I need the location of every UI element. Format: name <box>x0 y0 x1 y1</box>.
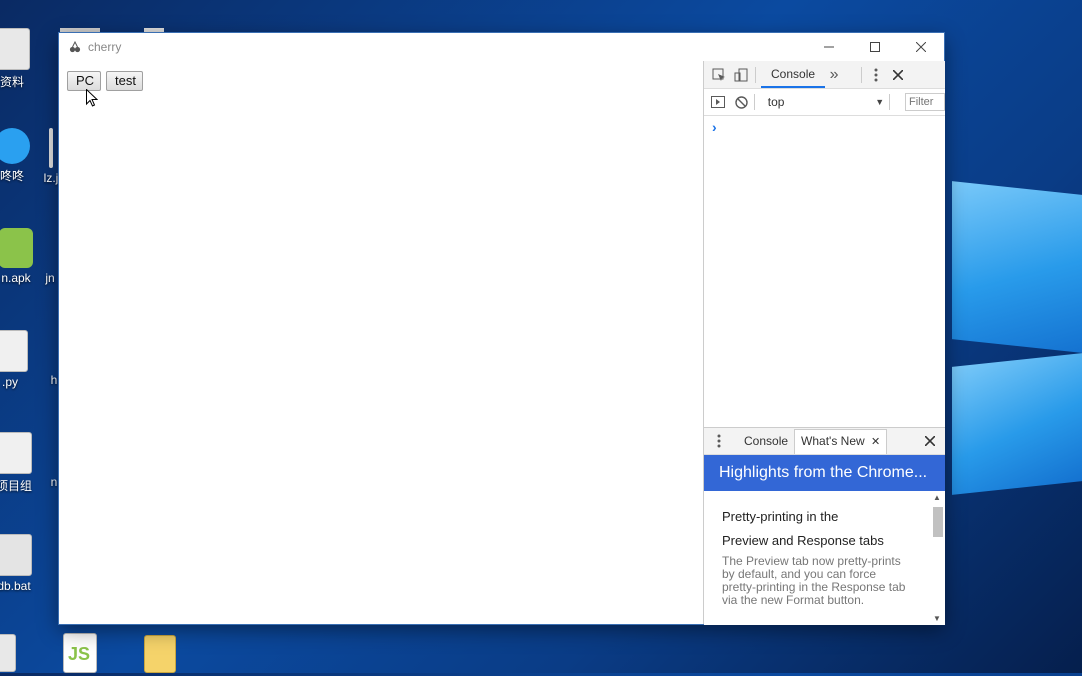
minimize-icon <box>824 39 834 55</box>
desktop-icon-label: 资料 <box>0 75 24 89</box>
devtools-toolbar: Console » <box>704 61 945 89</box>
chat-app-icon <box>0 128 30 164</box>
desktop-icon-label: jn <box>45 271 55 285</box>
feature-title: Pretty-printing in the Preview and Respo… <box>722 509 884 548</box>
console-prompt-icon: › <box>712 119 717 135</box>
close-icon <box>915 39 927 55</box>
filter-input[interactable] <box>904 93 945 111</box>
feature-description: The Preview tab now pretty-prints by def… <box>722 554 906 607</box>
maximize-icon <box>870 39 880 55</box>
inspect-element-icon[interactable] <box>710 66 728 84</box>
scrollbar-thumb[interactable] <box>933 507 943 537</box>
folder-icon <box>0 432 32 474</box>
clear-console-icon[interactable] <box>733 93 748 111</box>
context-select[interactable]: top ▼ <box>766 92 884 112</box>
sidebar-toggle-icon[interactable] <box>710 93 725 111</box>
scroll-up-icon[interactable]: ▲ <box>933 493 941 502</box>
desktop-icon-label: 咚咚 <box>0 169 24 183</box>
cherry-icon <box>69 40 81 53</box>
whats-new-banner: Highlights from the Chrome... <box>704 455 945 491</box>
console-output[interactable]: › <box>704 116 945 396</box>
desktop-icon[interactable]: 资料 <box>0 28 42 90</box>
title-bar[interactable]: cherry <box>59 33 944 61</box>
document-icon <box>0 28 30 70</box>
desktop-icon-label: n <box>50 475 58 489</box>
pc-button[interactable]: PC <box>67 71 101 91</box>
maximize-button[interactable] <box>852 33 898 61</box>
console-toolbar: top ▼ <box>704 89 945 116</box>
app-window: cherry PC test Console » top ▼ Filter › … <box>59 33 945 625</box>
device-toolbar-icon[interactable] <box>732 66 750 84</box>
batch-file-icon <box>0 534 32 576</box>
python-folder-icon <box>144 635 176 673</box>
desktop-icon-label: lz.j <box>43 171 59 185</box>
tab-console[interactable]: Console <box>761 61 826 88</box>
window-title: cherry <box>88 40 122 54</box>
windows-logo <box>946 160 1082 495</box>
devtools-panel: Console » top ▼ Filter › Console What's … <box>703 61 945 625</box>
toolbar-divider <box>889 94 890 110</box>
desktop-icon-label: h <box>50 373 58 387</box>
dropdown-arrow-icon: ▼ <box>875 97 885 107</box>
toolbar-divider <box>753 94 755 110</box>
toolbar-divider <box>755 66 756 83</box>
close-drawer-icon[interactable] <box>921 432 939 450</box>
drawer-tab-whats-new[interactable]: What's New ✕ <box>794 428 888 454</box>
minimize-button[interactable] <box>806 33 852 61</box>
drawer-tabbar: Console What's New ✕ <box>704 428 945 455</box>
desktop-icon[interactable]: 项目组 <box>0 432 44 494</box>
desktop-icon[interactable]: .py <box>0 330 40 389</box>
python-file-icon <box>0 330 28 372</box>
scrollbar[interactable]: ▲ ▼ <box>931 491 943 625</box>
close-devtools-icon[interactable] <box>889 66 907 84</box>
toolbar-divider <box>861 66 863 83</box>
test-button[interactable]: test <box>106 71 143 91</box>
web-content: PC test <box>59 61 703 624</box>
desktop-icon[interactable]: JS <box>63 633 97 676</box>
android-apk-icon <box>0 228 33 268</box>
kebab-menu-icon[interactable] <box>867 66 885 84</box>
scroll-down-icon[interactable]: ▼ <box>933 614 941 623</box>
whats-new-content[interactable]: Pretty-printing in the Preview and Respo… <box>704 491 945 625</box>
desktop-icon[interactable] <box>0 634 18 675</box>
close-button[interactable] <box>898 33 944 61</box>
desktop-icon-label: db.bat <box>0 579 31 593</box>
file-icon <box>0 634 16 672</box>
drawer-menu-icon[interactable] <box>710 432 728 450</box>
mouse-cursor-icon <box>86 89 98 107</box>
desktop-icon-label: .py <box>1 375 18 389</box>
javascript-file-icon: JS <box>63 633 97 673</box>
desktop-icon[interactable] <box>143 635 177 676</box>
close-tab-icon[interactable]: ✕ <box>871 436 880 448</box>
drawer-tab-console[interactable]: Console <box>738 430 794 452</box>
context-select-value: top <box>767 95 785 109</box>
drawer-tab-label: What's New <box>801 433 865 448</box>
desktop-icon-label: 项目组 <box>0 479 32 493</box>
feature-item[interactable]: Pretty-printing in the Preview and Respo… <box>722 505 910 607</box>
devtools-drawer: Console What's New ✕ Highlights from the… <box>704 427 945 625</box>
desktop-icon-label: n.apk <box>1 271 31 285</box>
desktop-icon[interactable]: db.bat <box>0 534 44 593</box>
more-tabs-icon[interactable]: » <box>825 66 843 84</box>
